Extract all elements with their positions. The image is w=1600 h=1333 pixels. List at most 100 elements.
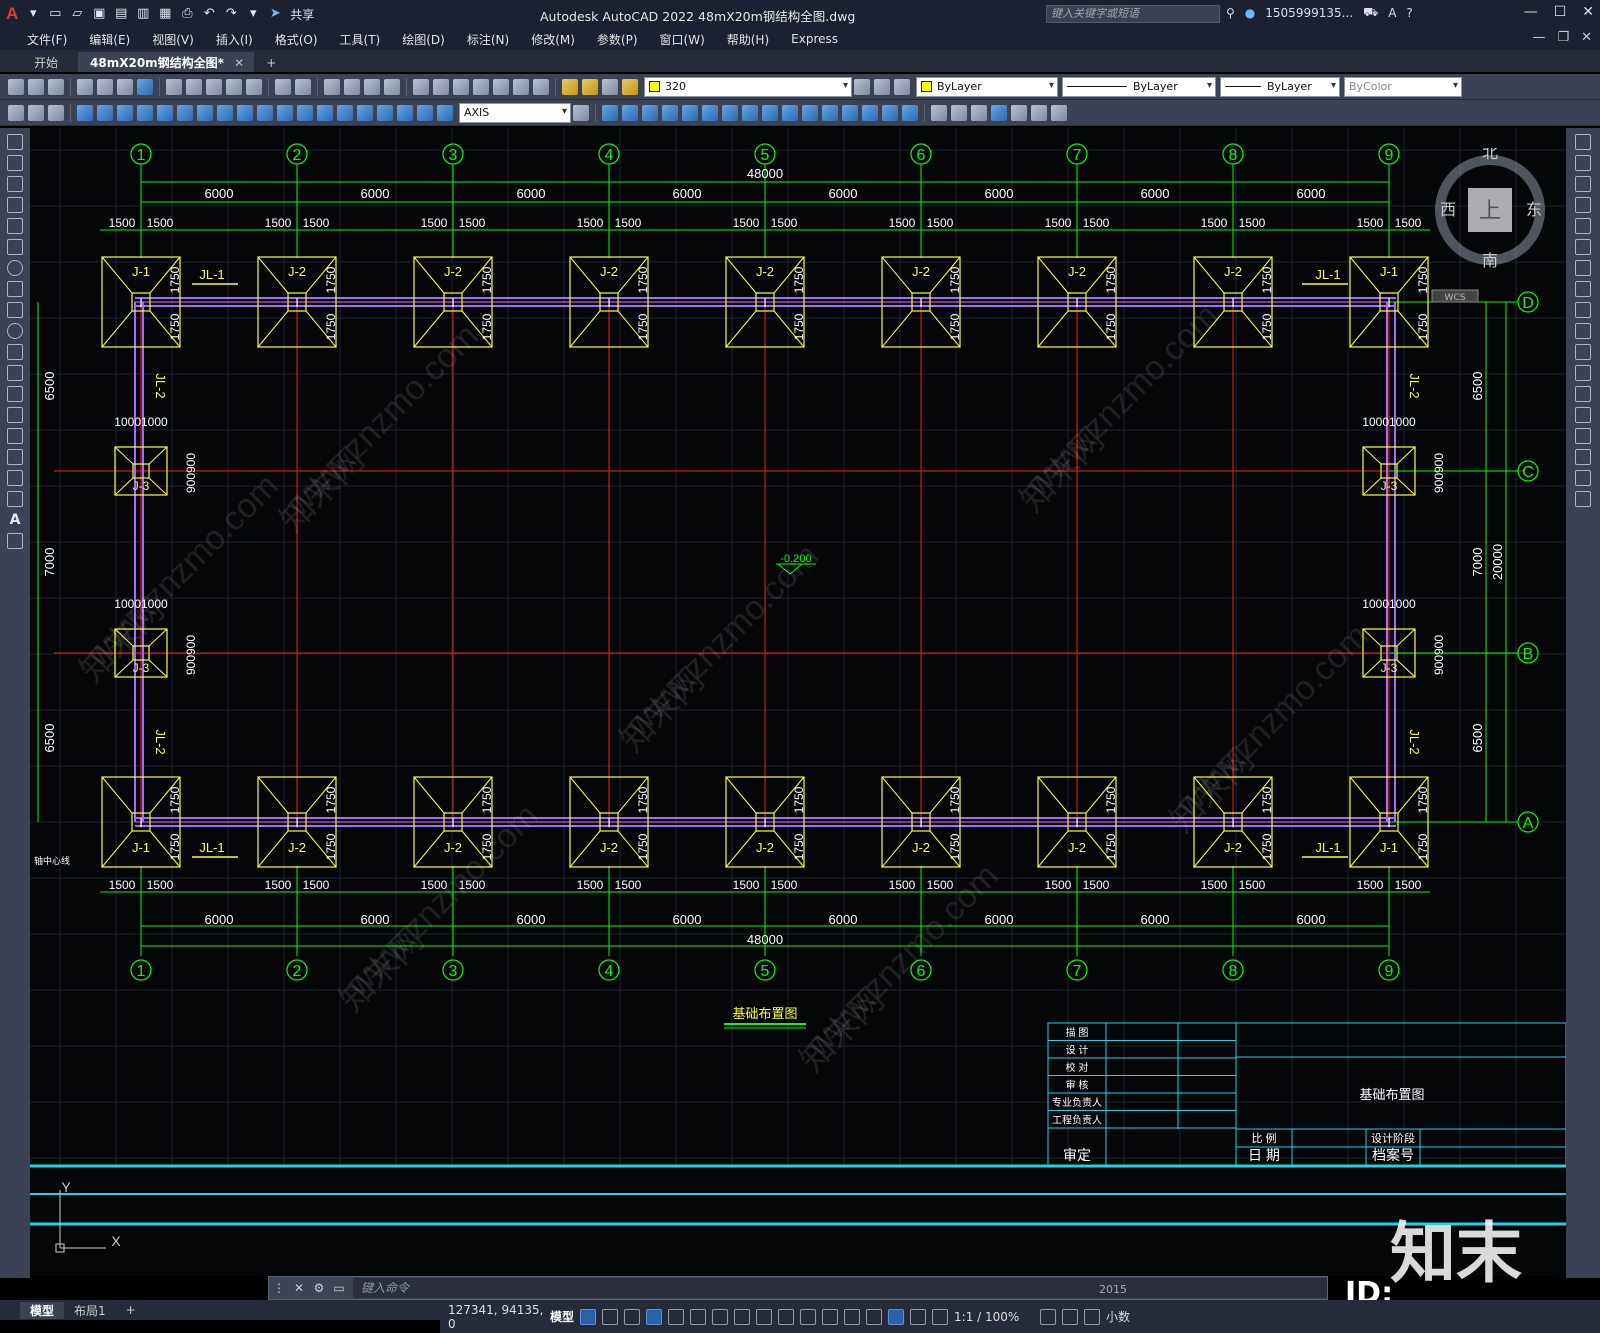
gizmo-icon[interactable] xyxy=(888,1308,905,1325)
markup-icon[interactable] xyxy=(493,78,509,95)
center-mark-icon[interactable] xyxy=(357,104,373,121)
quick-dim-icon[interactable] xyxy=(237,104,253,121)
rotate-icon[interactable] xyxy=(722,104,738,121)
infer-constraints-icon[interactable] xyxy=(624,1308,641,1325)
object-snap-icon[interactable] xyxy=(734,1308,751,1325)
zoom-realtime-icon[interactable] xyxy=(344,78,360,95)
menu-format[interactable]: 格式(O) xyxy=(264,31,329,48)
copy-clip-icon[interactable] xyxy=(8,104,24,121)
grid-icon[interactable] xyxy=(580,1308,597,1325)
coordinates-readout[interactable]: 127341, 94135, 0 xyxy=(448,1303,544,1331)
calculator-icon[interactable] xyxy=(513,78,529,95)
bring-front-icon[interactable] xyxy=(951,104,967,121)
rotate-right-icon[interactable] xyxy=(1575,260,1591,276)
3d-osnap-icon[interactable] xyxy=(822,1308,839,1325)
attach-icon[interactable] xyxy=(1011,104,1027,121)
tab-add-layout[interactable]: + xyxy=(116,1303,146,1317)
close-icon[interactable]: ✕ xyxy=(1582,4,1594,20)
layer-freeze-icon[interactable] xyxy=(582,78,598,95)
layer-lock-icon[interactable] xyxy=(622,78,638,95)
explode-icon[interactable] xyxy=(902,104,918,121)
redo-icon[interactable]: ↷ xyxy=(224,7,238,21)
search-icon[interactable]: ⚲ xyxy=(1226,6,1235,20)
dim-radius-icon[interactable] xyxy=(157,104,173,121)
plot-icon[interactable]: ⎙ xyxy=(180,7,194,21)
multiline-text-icon[interactable]: A xyxy=(10,512,21,528)
selection-cycling-icon[interactable] xyxy=(800,1308,817,1325)
dim-space-icon[interactable] xyxy=(297,104,313,121)
cart-icon[interactable]: ⛟ xyxy=(1363,5,1378,21)
undo-icon[interactable]: ↶ xyxy=(202,7,216,21)
snap-mode-icon[interactable] xyxy=(602,1308,619,1325)
menu-help[interactable]: 帮助(H) xyxy=(716,31,780,48)
open-icon[interactable] xyxy=(28,78,44,95)
stretch-icon[interactable] xyxy=(762,104,778,121)
array-icon[interactable] xyxy=(682,104,698,121)
autocad-logo-icon[interactable]: A xyxy=(6,4,18,24)
workspace-gear-icon[interactable] xyxy=(1040,1308,1057,1325)
scale-right-icon[interactable] xyxy=(1575,281,1591,297)
new-tab-button[interactable]: + xyxy=(254,54,288,72)
copy-right-icon[interactable] xyxy=(1575,155,1591,171)
dim-diameter-icon[interactable] xyxy=(197,104,213,121)
polyline-icon[interactable] xyxy=(7,176,23,192)
chamfer-icon[interactable] xyxy=(862,104,878,121)
make-current-icon[interactable] xyxy=(854,78,870,95)
mirror-icon[interactable] xyxy=(642,104,658,121)
tab-start[interactable]: 开始 xyxy=(0,52,78,72)
menu-edit[interactable]: 编辑(E) xyxy=(78,31,141,48)
extend-right-icon[interactable] xyxy=(1575,344,1591,360)
a360-icon[interactable]: A xyxy=(1388,6,1396,20)
model-space-button[interactable]: 模型 xyxy=(550,1308,574,1325)
layer-previous-icon[interactable] xyxy=(874,78,890,95)
3d-dwf-icon[interactable] xyxy=(137,78,153,95)
cmdline-grip-icon[interactable]: ⋮ xyxy=(269,1281,289,1295)
block-editor-icon[interactable] xyxy=(246,78,262,95)
dim-break-icon[interactable] xyxy=(317,104,333,121)
viewcube-graphic[interactable]: 上 北 南 东 西 WCS xyxy=(1428,143,1548,308)
layer-viewport-icon[interactable] xyxy=(602,78,618,95)
explode-right-icon[interactable] xyxy=(1575,491,1591,507)
save-as-icon[interactable]: ▤ xyxy=(114,7,128,21)
ellipse-arc-icon[interactable] xyxy=(7,344,23,360)
region-icon[interactable] xyxy=(7,470,23,486)
annotation-scale[interactable]: 1:1 / 100% xyxy=(954,1310,1034,1324)
xclip-icon[interactable] xyxy=(1051,104,1067,121)
lineweight-icon[interactable] xyxy=(756,1308,773,1325)
cmdline-recent-icon[interactable]: ▭ xyxy=(329,1281,349,1295)
circle-icon[interactable] xyxy=(7,260,23,276)
pan-icon[interactable] xyxy=(324,78,340,95)
doc-restore-icon[interactable]: ❐ xyxy=(1557,30,1569,45)
break-point-icon[interactable] xyxy=(1575,365,1591,381)
user-icon[interactable]: ● xyxy=(1245,6,1255,20)
move-icon[interactable] xyxy=(702,104,718,121)
help-icon[interactable]: ? xyxy=(1406,6,1412,20)
paste-icon[interactable] xyxy=(206,78,222,95)
break-right-icon[interactable] xyxy=(1575,386,1591,402)
join-icon[interactable] xyxy=(842,104,858,121)
viewcube-east-label[interactable]: 东 xyxy=(1526,200,1542,219)
plotstyle-dropdown[interactable]: ByColor xyxy=(1344,76,1462,97)
command-input[interactable]: 键入命令 xyxy=(353,1278,1327,1298)
menu-modify[interactable]: 修改(M) xyxy=(520,31,586,48)
qnew-icon[interactable] xyxy=(8,78,24,95)
draw-order-icon[interactable] xyxy=(931,104,947,121)
make-block-icon[interactable] xyxy=(7,386,23,402)
sheet-set-icon[interactable] xyxy=(473,78,489,95)
selection-filter-icon[interactable] xyxy=(866,1308,883,1325)
zoom-window-icon[interactable] xyxy=(364,78,380,95)
search-input[interactable]: 键入关键字或短语 xyxy=(1046,5,1220,23)
polygon-icon[interactable] xyxy=(7,197,23,213)
line-icon[interactable] xyxy=(7,134,23,150)
offset-icon[interactable] xyxy=(662,104,678,121)
layer-walk-icon[interactable] xyxy=(48,104,64,121)
scale-icon[interactable] xyxy=(742,104,758,121)
stretch-right-icon[interactable] xyxy=(1575,302,1591,318)
menu-window[interactable]: 窗口(W) xyxy=(649,31,716,48)
dim-continue-icon[interactable] xyxy=(277,104,293,121)
dim-angular-icon[interactable] xyxy=(217,104,233,121)
fillet-icon[interactable] xyxy=(882,104,898,121)
chamfer-right-icon[interactable] xyxy=(1575,428,1591,444)
menu-insert[interactable]: 插入(I) xyxy=(205,31,264,48)
drawing-canvas[interactable]: 1 1 2 2 3 3 4 4 5 5 6 6 7 7 8 8 9 9 D C B A 48000 6000 6000 6000 6… xyxy=(30,128,1566,1276)
